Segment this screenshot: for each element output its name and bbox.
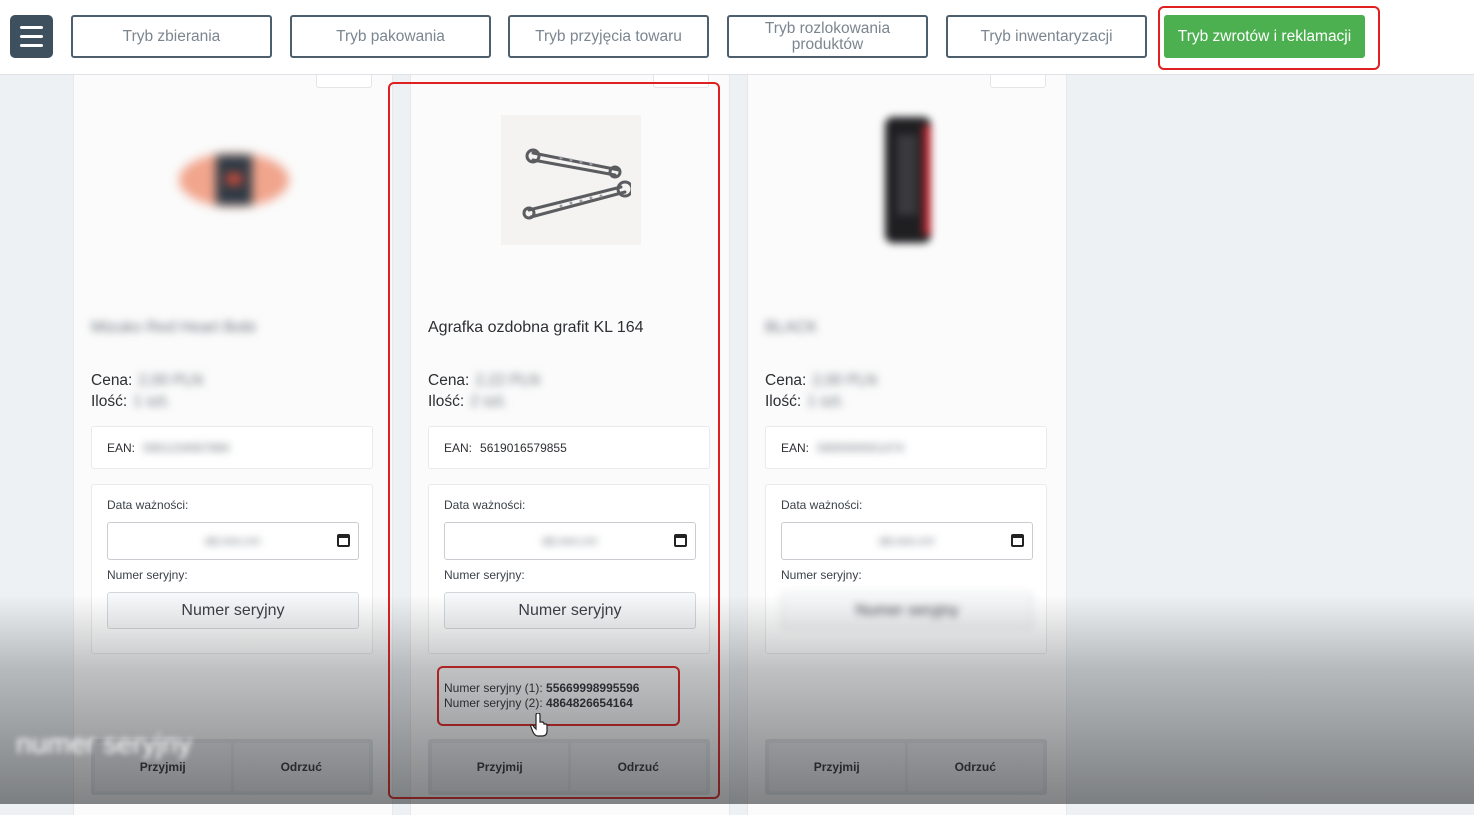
serial-number-list: Numer seryjny (1): 55669998995596 Numer … bbox=[444, 681, 639, 710]
hand-cursor-icon bbox=[530, 712, 548, 742]
serial-number-label: Numer seryjny: bbox=[444, 568, 525, 582]
quantity-value: 2 szt. bbox=[470, 393, 508, 410]
quantity-value: 1 szt. bbox=[807, 393, 845, 410]
product-card-1: Mizuko Red Heart Bobi Cena: 2,00 PLN Iloś… bbox=[73, 75, 393, 815]
price-row: Cena: 2,00 PLN bbox=[765, 372, 877, 390]
date-placeholder: dd.mm.rrrr bbox=[205, 534, 261, 548]
expiry-date-label: Data ważności: bbox=[781, 498, 863, 512]
product-form: Data ważności: dd.mm.rrrr Numer seryjny:… bbox=[91, 484, 373, 654]
card-tab bbox=[653, 75, 709, 88]
product-card-2: Agrafka ozdobna grafit KL 164 Cena: 2,22 … bbox=[410, 75, 730, 815]
expiry-date-input[interactable]: dd.mm.rrrr bbox=[107, 522, 359, 560]
ean-box: EAN: 5901234567890 bbox=[91, 426, 373, 469]
price-label: Cena: bbox=[765, 372, 807, 389]
card-tab bbox=[990, 75, 1046, 88]
serial-number-entry-1: Numer seryjny (1): 55669998995596 bbox=[444, 681, 639, 696]
price-label: Cena: bbox=[428, 372, 470, 389]
ean-label: EAN: bbox=[781, 440, 810, 455]
product-image-safety-pins bbox=[501, 115, 641, 245]
accept-button[interactable]: Przyjmij bbox=[769, 743, 905, 791]
expiry-date-label: Data ważności: bbox=[107, 498, 189, 512]
ean-label: EAN: bbox=[107, 440, 136, 455]
price-value: 2,22 PLN bbox=[475, 372, 541, 389]
product-card-3: BLACK Cena: 2,00 PLN Ilość: 1 szt. EAN: 590… bbox=[747, 75, 1067, 815]
top-navigation-bar: Tryb zbierania Tryb pakowania Tryb przyj… bbox=[0, 0, 1474, 75]
quantity-row: Ilość: 1 szt. bbox=[765, 393, 844, 411]
price-value: 2,00 PLN bbox=[138, 372, 204, 389]
hamburger-menu-icon[interactable] bbox=[10, 15, 53, 58]
product-image-yarn bbox=[164, 115, 304, 245]
date-placeholder: dd.mm.rrrr bbox=[879, 534, 935, 548]
serial-number-value: 4864826654164 bbox=[546, 695, 633, 710]
serial-number-entry-2: Numer seryjny (2): 4864826654164 bbox=[444, 696, 639, 711]
product-name: Mizuko Red Heart Bobi bbox=[91, 319, 256, 336]
price-row: Cena: 2,22 PLN bbox=[428, 372, 540, 390]
expiry-date-label: Data ważności: bbox=[444, 498, 526, 512]
mode-button-returns-complaints[interactable]: Tryb zwrotów i reklamacji bbox=[1164, 15, 1365, 58]
ean-value: 5619016579855 bbox=[480, 440, 567, 455]
card-tab bbox=[316, 75, 372, 88]
serial-number-button[interactable]: Numer seryjny bbox=[107, 592, 359, 629]
product-name: Agrafka ozdobna grafit KL 164 bbox=[428, 319, 644, 336]
ean-value: 5900000001474 bbox=[817, 440, 904, 455]
serial-number-button[interactable]: Numer seryjny bbox=[781, 592, 1033, 629]
quantity-label: Ilość: bbox=[765, 393, 802, 410]
serial-number-label: Numer seryjny: bbox=[781, 568, 862, 582]
serial-number-label: Numer seryjny: bbox=[107, 568, 188, 582]
accept-button[interactable]: Przyjmij bbox=[432, 743, 568, 791]
mode-button-picking[interactable]: Tryb zbierania bbox=[71, 15, 272, 58]
quantity-row: Ilość: 1 szt. bbox=[91, 393, 170, 411]
price-value: 2,00 PLN bbox=[812, 372, 878, 389]
calendar-icon[interactable] bbox=[674, 534, 687, 547]
reject-button[interactable]: Odrzuć bbox=[233, 743, 369, 791]
expiry-date-input[interactable]: dd.mm.rrrr bbox=[781, 522, 1033, 560]
reject-button[interactable]: Odrzuć bbox=[907, 743, 1043, 791]
product-form: Data ważności: dd.mm.rrrr Numer seryjny:… bbox=[428, 484, 710, 654]
serial-number-label: Numer seryjny (1): bbox=[444, 681, 543, 695]
mode-button-goods-receipt[interactable]: Tryb przyjęcia towaru bbox=[508, 15, 709, 58]
product-name: BLACK bbox=[765, 319, 818, 336]
action-bar: Przyjmij Odrzuć bbox=[765, 739, 1047, 795]
ean-box: EAN: 5900000001474 bbox=[765, 426, 1047, 469]
mode-button-inventory[interactable]: Tryb inwentaryzacji bbox=[946, 15, 1147, 58]
quantity-label: Ilość: bbox=[428, 393, 465, 410]
reject-button[interactable]: Odrzuć bbox=[570, 743, 706, 791]
quantity-label: Ilość: bbox=[91, 393, 128, 410]
mode-button-product-placement[interactable]: Tryb rozlokowania produktów bbox=[727, 15, 928, 58]
expiry-date-input[interactable]: dd.mm.rrrr bbox=[444, 522, 696, 560]
product-form: Data ważności: dd.mm.rrrr Numer seryjny:… bbox=[765, 484, 1047, 654]
calendar-icon[interactable] bbox=[337, 534, 350, 547]
ean-box: EAN: 5619016579855 bbox=[428, 426, 710, 469]
calendar-icon[interactable] bbox=[1011, 534, 1024, 547]
serial-number-button[interactable]: Numer seryjny bbox=[444, 592, 696, 629]
ean-label: EAN: bbox=[444, 440, 473, 455]
serial-number-value: 55669998995596 bbox=[546, 681, 640, 695]
mode-button-packing[interactable]: Tryb pakowania bbox=[290, 15, 491, 58]
serial-number-label: Numer seryjny (2): bbox=[444, 695, 543, 710]
quantity-value: 1 szt. bbox=[133, 393, 171, 410]
product-image-can bbox=[838, 115, 978, 245]
price-row: Cena: 2,00 PLN bbox=[91, 372, 203, 390]
caption-text: numer seryjny bbox=[16, 728, 192, 759]
price-label: Cena: bbox=[91, 372, 133, 389]
ean-value: 5901234567890 bbox=[143, 440, 230, 455]
quantity-row: Ilość: 2 szt. bbox=[428, 393, 507, 411]
action-bar: Przyjmij Odrzuć bbox=[428, 739, 710, 795]
date-placeholder: dd.mm.rrrr bbox=[542, 534, 598, 548]
